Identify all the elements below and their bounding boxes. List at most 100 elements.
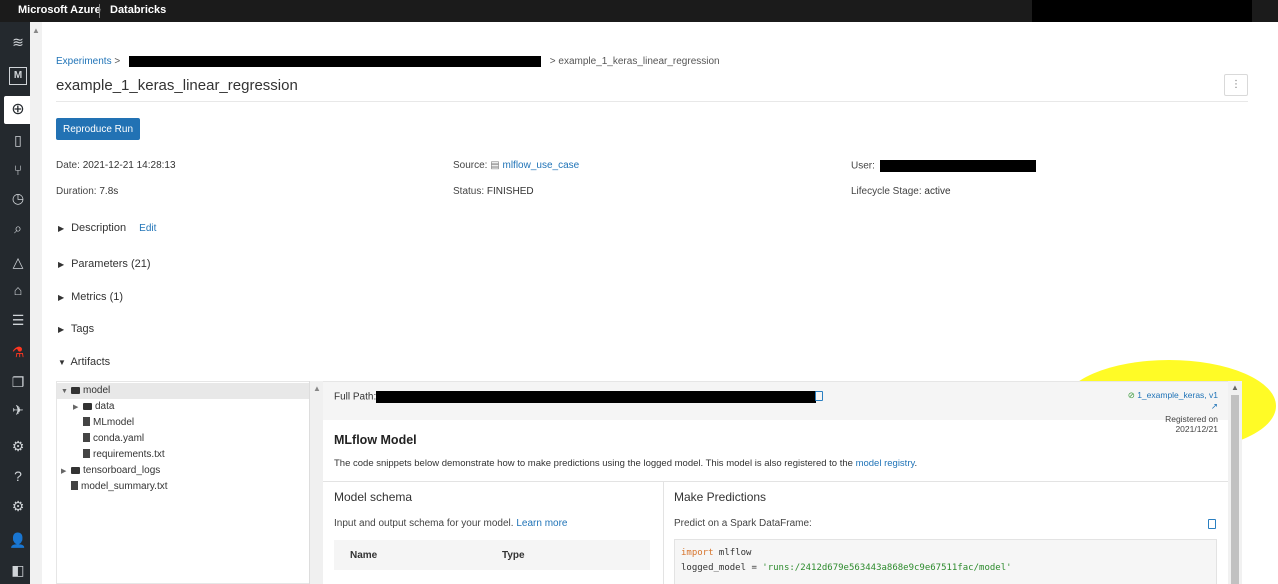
schema-desc-text: Input and output schema for your model. [334, 518, 514, 529]
model-registry-link[interactable]: model registry [856, 458, 915, 469]
lifecycle-label: Lifecycle Stage: [851, 186, 922, 197]
user-icon[interactable]: 👤 [8, 530, 28, 550]
detail-scrollbar[interactable]: ▲ [1228, 381, 1242, 584]
tree-label: model [83, 385, 111, 396]
tree-item-summary[interactable]: model_summary.txt [57, 479, 168, 495]
tree-item-mlmodel[interactable]: MLmodel [57, 415, 134, 431]
meta-duration: Duration: 7.8s [56, 186, 118, 197]
tree-item-data[interactable]: ▶ data [57, 399, 114, 415]
caret-right-icon[interactable]: ▶ [73, 400, 83, 416]
full-path-label: Full Path: [334, 391, 377, 403]
code-snippet[interactable]: import mlflow logged_model = 'runs:/2412… [674, 539, 1217, 584]
settings-icon[interactable]: ⚙ [8, 496, 28, 516]
feature-store-icon[interactable]: ❐ [8, 372, 28, 392]
breadcrumb-experiments[interactable]: Experiments [56, 56, 112, 67]
redacted-full-path [376, 391, 817, 403]
caret-down-icon: ▼ [58, 358, 66, 367]
make-predictions-title: Make Predictions [674, 490, 767, 504]
folder-icon [71, 467, 80, 474]
tree-label: tensorboard_logs [83, 465, 161, 476]
tree-label: MLmodel [93, 417, 135, 428]
jobs-icon[interactable]: ☰ [8, 310, 28, 330]
caret-right-icon: ▶ [58, 325, 65, 334]
tree-label: data [95, 401, 115, 412]
artifact-detail-pane: Full Path: ⊘ 1_example_keras, v1 ↗ Regis… [323, 381, 1228, 584]
reproduce-run-button[interactable]: Reproduce Run [56, 118, 140, 140]
section-metrics[interactable]: ▶ Metrics (1) [58, 291, 123, 303]
breadcrumb-separator: > [549, 56, 556, 68]
scroll-up-icon[interactable]: ▲ [32, 26, 40, 35]
model-schema-title: Model schema [334, 490, 413, 504]
section-parameters[interactable]: ▶ Parameters (21) [58, 258, 151, 270]
section-tags[interactable]: ▶ Tags [58, 323, 94, 335]
section-artifacts[interactable]: ▼ Artifacts [58, 356, 110, 368]
file-icon [71, 481, 78, 490]
learn-more-link[interactable]: Learn more [516, 518, 567, 529]
scroll-up-icon[interactable]: ▲ [1231, 383, 1239, 392]
experiments-icon[interactable]: ⚗ [8, 342, 28, 362]
more-options-button[interactable]: ⋮ [1224, 74, 1248, 96]
edit-description-link[interactable]: Edit [139, 223, 156, 234]
tags-label[interactable]: Tags [71, 323, 94, 335]
user-label: User: [851, 160, 875, 172]
metrics-label[interactable]: Metrics (1) [71, 291, 123, 303]
tree-item-model[interactable]: ▼ model [57, 383, 309, 399]
file-icon [83, 449, 90, 458]
brand-separator [99, 4, 100, 18]
model-schema-desc: Input and output schema for your model. … [334, 518, 567, 529]
code-line-2: logged_model = 'runs:/2412d679e563443a86… [681, 561, 1210, 576]
models-icon[interactable]: ✈ [8, 400, 28, 420]
scroll-up-icon[interactable]: ▲ [313, 384, 321, 393]
caret-down-icon[interactable]: ▼ [61, 384, 71, 400]
predict-desc: Predict on a Spark DataFrame: [674, 518, 812, 529]
mlflow-model-desc: The code snippets below demonstrate how … [334, 458, 917, 469]
search-icon[interactable]: ⌕ [8, 218, 28, 238]
redacted-user [879, 160, 1036, 172]
workspace-icon[interactable]: ▯ [8, 130, 28, 150]
artifacts-label[interactable]: Artifacts [70, 356, 110, 368]
source-link[interactable]: mlflow_use_case [502, 160, 579, 171]
product-label[interactable]: Databricks [110, 4, 166, 16]
artifact-tree: ▼ model ▶ data MLmodel conda.yaml requirem… [56, 381, 309, 584]
external-link-icon[interactable]: ↗ [1211, 401, 1218, 411]
help-icon[interactable]: ? [8, 466, 28, 486]
column-name-header: Name [350, 550, 378, 561]
repos-icon[interactable]: ⑂ [8, 160, 28, 180]
date-label: Date: [56, 160, 80, 171]
tree-item-tensorboard[interactable]: ▶ tensorboard_logs [57, 463, 160, 479]
status-label: Status: [453, 186, 485, 197]
source-label: Source: [453, 160, 488, 171]
machine-learning-persona-icon[interactable]: M [9, 67, 27, 85]
copy-icon[interactable] [815, 391, 823, 401]
partner-connect-icon[interactable]: ⚙ [8, 436, 28, 456]
tree-scrollbar[interactable]: ▲ [309, 381, 323, 584]
description-label[interactable]: Description [71, 222, 126, 234]
title-divider [56, 101, 1248, 102]
section-description[interactable]: ▶ Description Edit [58, 222, 156, 234]
folder-icon [71, 387, 80, 394]
tree-label: model_summary.txt [81, 481, 168, 492]
duration-value: 7.8s [99, 186, 119, 197]
sidebar-scrollbar[interactable]: ▲ [30, 22, 42, 584]
data-icon[interactable]: △ [8, 252, 28, 272]
meta-status: Status: FINISHED [453, 186, 534, 197]
tree-item-conda[interactable]: conda.yaml [57, 431, 144, 447]
mlflow-desc-text: The code snippets below demonstrate how … [334, 458, 853, 469]
file-icon [83, 417, 90, 426]
scrollbar-thumb[interactable] [1231, 395, 1239, 584]
collapse-menu-icon[interactable]: ◧ [8, 560, 28, 580]
code-line-1: import mlflow [681, 546, 1210, 561]
create-icon[interactable]: ⊕ [4, 96, 32, 124]
layers-icon[interactable]: ≋ [8, 32, 28, 52]
tree-item-requirements[interactable]: requirements.txt [57, 447, 165, 463]
registered-model-link[interactable]: 1_example_keras, v1 [1137, 390, 1218, 400]
page-title: example_1_keras_linear_regression [56, 77, 298, 94]
compute-icon[interactable]: ⌂ [8, 280, 28, 300]
brand-label[interactable]: Microsoft Azure [18, 4, 101, 16]
parameters-label[interactable]: Parameters (21) [71, 258, 150, 270]
caret-right-icon: ▶ [58, 293, 65, 302]
copy-code-icon[interactable] [1208, 519, 1216, 529]
mlflow-divider [323, 481, 1228, 482]
recents-icon[interactable]: ◷ [8, 188, 28, 208]
caret-right-icon[interactable]: ▶ [61, 464, 71, 480]
